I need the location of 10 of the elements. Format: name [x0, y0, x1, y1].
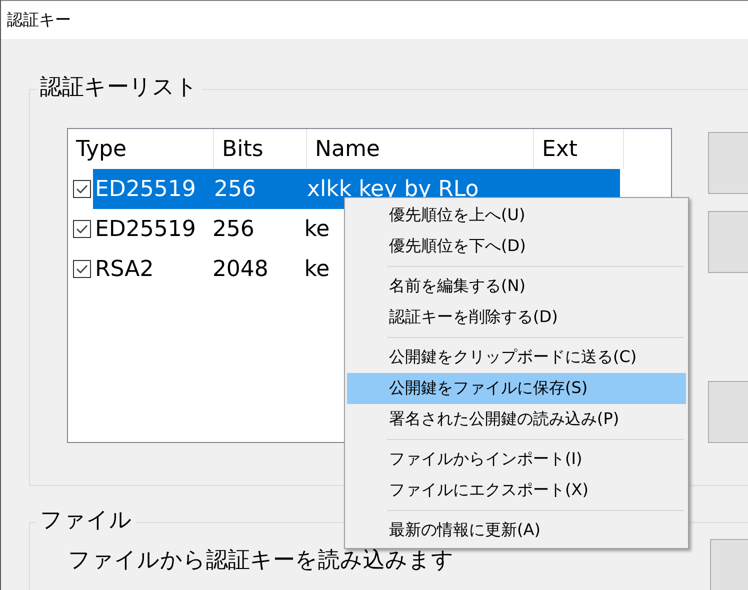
table-cell-text: ke: [303, 256, 331, 282]
table-cell-text: RSA2: [94, 256, 155, 282]
window-title: 認証キー: [7, 10, 71, 30]
table-cell-text: 256: [211, 216, 256, 242]
table-cell-text: 256: [213, 176, 257, 202]
table-cell-text: 2048: [211, 256, 270, 282]
table-cell-text: ED25519: [94, 216, 197, 242]
table-cell-text: ke: [303, 216, 331, 242]
table-cell-text: ED25519: [94, 176, 197, 202]
description-text: ファイルから認証キーを読み込みます: [68, 547, 454, 575]
